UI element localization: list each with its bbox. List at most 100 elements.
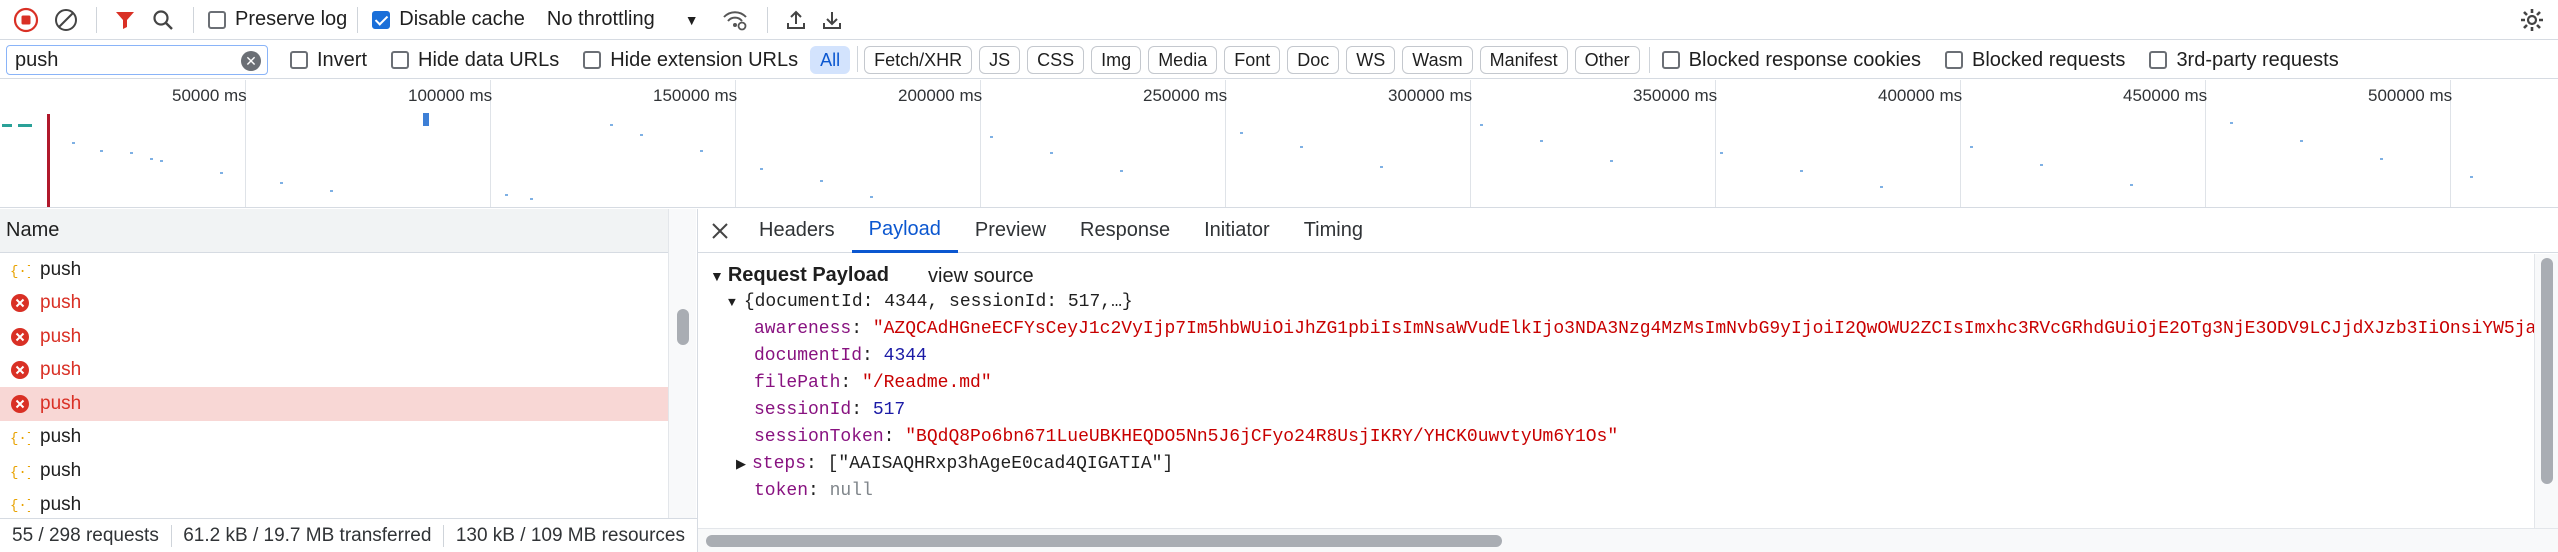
type-filter-media[interactable]: Media bbox=[1148, 46, 1218, 74]
import-har-icon[interactable] bbox=[778, 2, 814, 38]
activity-mark bbox=[330, 190, 333, 192]
checkbox-box[interactable] bbox=[208, 10, 226, 29]
request-list-scrollbar[interactable] bbox=[668, 209, 696, 518]
payload-horizontal-scrollbar[interactable] bbox=[698, 528, 2558, 552]
request-payload-section[interactable]: ▼ Request Payload bbox=[710, 264, 889, 287]
checkbox-box[interactable] bbox=[391, 51, 410, 69]
xhr-pending-icon: {·} bbox=[10, 427, 30, 447]
transferred-size: 61.2 kB / 19.7 MB transferred bbox=[183, 524, 432, 546]
third-party-requests-checkbox[interactable]: 3rd-party requests bbox=[2149, 49, 2339, 72]
scrollbar-thumb[interactable] bbox=[2541, 258, 2553, 484]
view-source-link[interactable]: view source bbox=[928, 265, 1034, 288]
activity-mark bbox=[220, 172, 223, 174]
type-filter-doc[interactable]: Doc bbox=[1287, 46, 1340, 74]
field-value: "BQdQ8Po6bn671LueUBKHEQDO5Nn5J6jCFyo24R8… bbox=[905, 427, 1619, 447]
blocked-response-cookies-checkbox[interactable]: Blocked response cookies bbox=[1661, 49, 1921, 72]
tab-timing[interactable]: Timing bbox=[1287, 209, 1380, 253]
close-detail-icon[interactable] bbox=[698, 209, 742, 253]
tab-initiator[interactable]: Initiator bbox=[1187, 209, 1287, 253]
type-filter-ws[interactable]: WS bbox=[1346, 46, 1396, 74]
settings-gear-icon[interactable] bbox=[2514, 2, 2550, 38]
request-row[interactable]: {·} push bbox=[0, 454, 668, 488]
filter-input[interactable] bbox=[13, 47, 233, 73]
xhr-pending-icon: {·} bbox=[10, 260, 30, 280]
timeline-tick-label: 250000 ms bbox=[1143, 86, 1228, 105]
activity-mark bbox=[72, 142, 75, 144]
tab-response[interactable]: Response bbox=[1063, 209, 1187, 253]
activity-mark bbox=[870, 196, 873, 198]
export-har-icon[interactable] bbox=[814, 2, 850, 38]
filter-field[interactable]: ✕ bbox=[6, 45, 268, 75]
type-filter-img[interactable]: Img bbox=[1091, 46, 1142, 74]
tab-preview[interactable]: Preview bbox=[958, 209, 1063, 253]
field-value: "/Readme.md" bbox=[862, 373, 992, 393]
blocked-requests-checkbox[interactable]: Blocked requests bbox=[1945, 49, 2125, 72]
field-value: null bbox=[829, 481, 873, 501]
payload-field-awareness[interactable]: awareness: "AZQCAdHGneECFYsCeyJ1c2VyIjp7… bbox=[754, 319, 2534, 339]
tab-headers[interactable]: Headers bbox=[742, 209, 852, 253]
payload-field-sessiontoken[interactable]: sessionToken: "BQdQ8Po6bn671LueUBKHEQDO5… bbox=[754, 427, 1618, 447]
scrollbar-thumb[interactable] bbox=[677, 309, 689, 345]
request-row[interactable]: push bbox=[0, 287, 668, 321]
activity-mark bbox=[1380, 166, 1383, 168]
type-filter-css[interactable]: CSS bbox=[1027, 46, 1085, 74]
payload-field-steps[interactable]: ▶ steps: ["AAISAQHRxp3hAgeE0cad4QIGATIA"] bbox=[736, 454, 1173, 474]
clear-filter-icon[interactable]: ✕ bbox=[241, 51, 261, 71]
checkbox-box[interactable] bbox=[1661, 51, 1680, 69]
type-filter-wasm[interactable]: Wasm bbox=[1402, 46, 1473, 74]
scrollbar-thumb[interactable] bbox=[706, 535, 1502, 547]
tab-payload[interactable]: Payload bbox=[851, 209, 958, 253]
timeline-tick-label: 450000 ms bbox=[2123, 86, 2208, 105]
payload-field-token[interactable]: token: null bbox=[754, 481, 873, 501]
triangle-expanded-icon: ▼ bbox=[728, 295, 736, 310]
hide-data-urls-checkbox[interactable]: Hide data URLs bbox=[391, 49, 559, 72]
activity-mark bbox=[700, 150, 703, 152]
request-row[interactable]: {·} push bbox=[0, 488, 668, 518]
payload-field-filepath[interactable]: filePath: "/Readme.md" bbox=[754, 373, 992, 393]
payload-summary[interactable]: ▼ {documentId: 4344, sessionId: 517,…} bbox=[728, 292, 1133, 312]
filter-icon[interactable] bbox=[107, 2, 143, 38]
xhr-pending-icon: {·} bbox=[10, 494, 30, 514]
network-conditions-icon[interactable] bbox=[713, 2, 757, 38]
network-toolbar: Preserve log Disable cache No throttling… bbox=[0, 0, 2558, 40]
timeline-overview[interactable]: 50000 ms 100000 ms 150000 ms 200000 ms 2… bbox=[0, 80, 2558, 208]
request-name: push bbox=[40, 426, 82, 448]
checkbox-box[interactable] bbox=[583, 51, 602, 69]
activity-mark bbox=[2040, 164, 2043, 166]
preserve-log-checkbox[interactable]: Preserve log bbox=[208, 8, 347, 31]
request-row[interactable]: {·} push bbox=[0, 421, 668, 455]
type-filter-all[interactable]: All bbox=[810, 46, 851, 74]
type-filter-fetch-xhr[interactable]: Fetch/XHR bbox=[864, 46, 973, 74]
request-name: push bbox=[40, 493, 82, 515]
request-row-selected[interactable]: push bbox=[0, 387, 668, 421]
payload-field-sessionid[interactable]: sessionId: 517 bbox=[754, 400, 905, 420]
type-filter-other[interactable]: Other bbox=[1574, 46, 1640, 74]
invert-checkbox[interactable]: Invert bbox=[290, 49, 367, 72]
hide-extension-urls-checkbox[interactable]: Hide extension URLs bbox=[583, 49, 798, 72]
payload-vertical-scrollbar[interactable] bbox=[2534, 254, 2558, 528]
search-icon[interactable] bbox=[143, 2, 183, 38]
checkbox-box[interactable] bbox=[1945, 51, 1964, 69]
checkbox-box[interactable] bbox=[2149, 51, 2168, 69]
field-value: 517 bbox=[872, 400, 906, 420]
request-name: push bbox=[40, 325, 82, 347]
request-row[interactable]: push bbox=[0, 320, 668, 354]
activity-mark bbox=[2230, 122, 2233, 124]
name-column-header[interactable]: Name bbox=[0, 209, 668, 253]
type-filter-manifest[interactable]: Manifest bbox=[1479, 46, 1568, 74]
blocked-requests-label: Blocked requests bbox=[1972, 48, 2126, 71]
clear-log-icon[interactable] bbox=[46, 2, 86, 38]
throttling-select[interactable]: No throttling ▼ bbox=[547, 8, 699, 31]
field-key: steps bbox=[752, 454, 807, 474]
request-row[interactable]: {·} push bbox=[0, 253, 668, 287]
record-stop-icon[interactable] bbox=[6, 2, 46, 38]
type-filter-js[interactable]: JS bbox=[979, 46, 1021, 74]
payload-field-documentid[interactable]: documentId: 4344 bbox=[754, 346, 927, 366]
disable-cache-checkbox[interactable]: Disable cache bbox=[372, 8, 525, 31]
activity-mark bbox=[2, 124, 12, 127]
checkbox-box[interactable] bbox=[290, 51, 308, 69]
checkbox-box[interactable] bbox=[372, 10, 391, 29]
load-event-marker bbox=[47, 114, 50, 207]
type-filter-font[interactable]: Font bbox=[1224, 46, 1281, 74]
request-row[interactable]: push bbox=[0, 354, 668, 388]
